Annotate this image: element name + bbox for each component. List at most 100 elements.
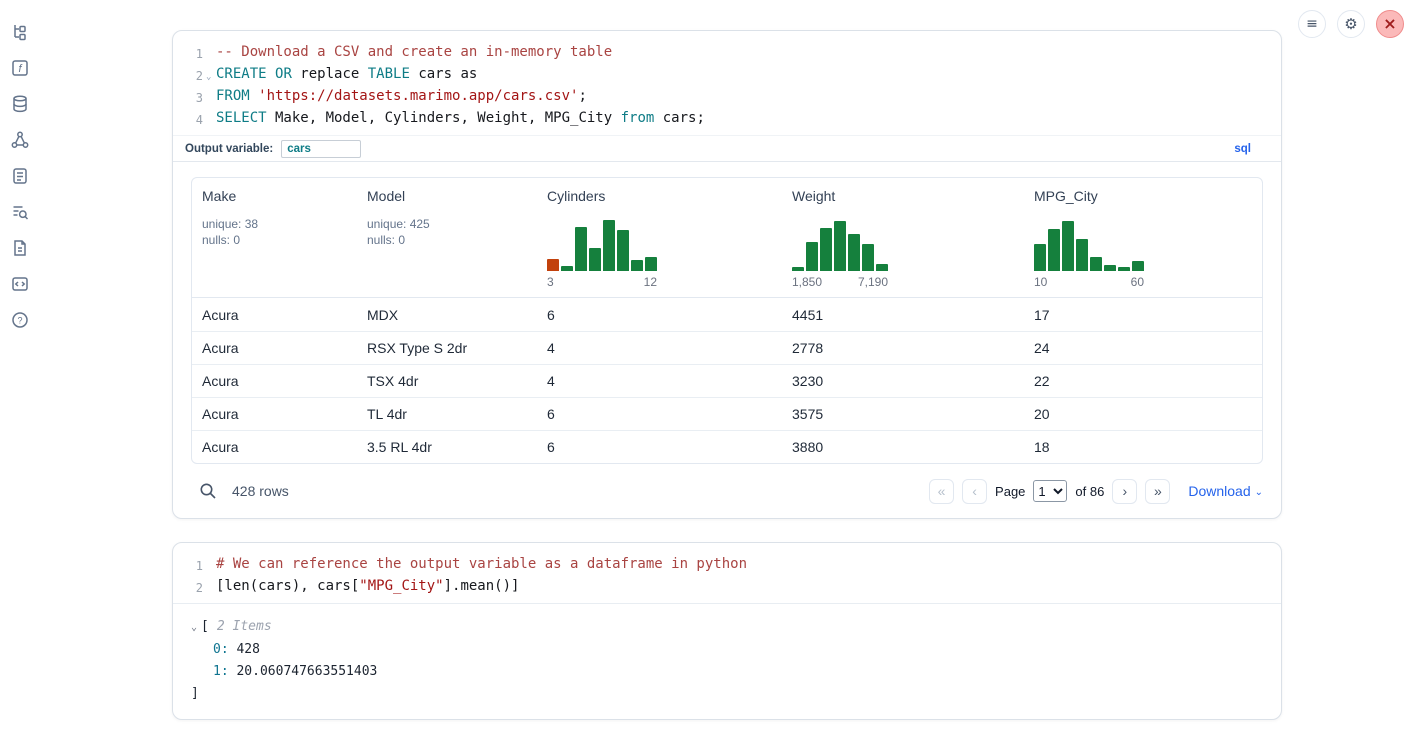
histogram-bar[interactable] (645, 257, 657, 271)
page-label: Page (995, 484, 1025, 499)
column-header: Cylinders 3 12 (537, 178, 782, 297)
code-line[interactable]: 1# We can reference the output variable … (173, 554, 1281, 576)
sql-cell-output: Makeunique: 38nulls: 0Modelunique: 425nu… (173, 162, 1281, 518)
line-number: 3 (173, 86, 203, 108)
histogram-bar[interactable] (1118, 267, 1130, 271)
histogram-bar[interactable] (1034, 244, 1046, 271)
snippets-icon[interactable] (10, 274, 30, 294)
variables-icon[interactable] (10, 202, 30, 222)
output-list-open: ⌄[2 Items (191, 616, 1281, 639)
histogram-bar[interactable] (848, 234, 860, 271)
histogram-bar[interactable] (589, 248, 601, 271)
table-row[interactable]: AcuraTL 4dr6357520 (192, 397, 1262, 430)
histogram-bar[interactable] (617, 230, 629, 271)
documentation-icon[interactable] (10, 238, 30, 258)
scratchpad-icon[interactable] (10, 166, 30, 186)
chevron-left-icon: ‹ (972, 483, 977, 499)
column-name[interactable]: Model (367, 188, 527, 204)
last-page-button[interactable]: » (1145, 479, 1170, 504)
code-line[interactable]: 3FROM 'https://datasets.marimo.app/cars.… (173, 86, 1281, 108)
table-cell: Acura (192, 439, 357, 455)
fold-chevron-icon[interactable]: ⌄ (206, 67, 211, 87)
histogram-bar[interactable] (547, 259, 559, 271)
search-icon[interactable] (199, 482, 217, 500)
column-histogram[interactable] (547, 219, 657, 271)
histogram-bar[interactable] (1076, 239, 1088, 271)
table-cell: TSX 4dr (357, 373, 537, 389)
next-page-button[interactable]: › (1112, 479, 1137, 504)
python-code-editor[interactable]: 1# We can reference the output variable … (173, 543, 1281, 603)
menu-button[interactable]: ≡ (1298, 10, 1326, 38)
table-cell: 4451 (782, 307, 1024, 323)
functions-icon[interactable]: f (10, 58, 30, 78)
code-text: # We can reference the output variable a… (203, 554, 747, 576)
shutdown-button[interactable]: × (1376, 10, 1404, 38)
histogram-bar[interactable] (1048, 229, 1060, 271)
dependency-graph-icon[interactable] (10, 130, 30, 150)
datasources-icon[interactable] (10, 94, 30, 114)
histogram-bar[interactable] (876, 264, 888, 271)
table-row[interactable]: AcuraRSX Type S 2dr4277824 (192, 331, 1262, 364)
histogram-max-label: 7,190 (858, 275, 888, 289)
item-value: 428 (229, 642, 260, 657)
output-variable-input[interactable] (281, 140, 361, 158)
double-chevron-left-icon: « (938, 483, 946, 499)
column-name[interactable]: MPG_City (1034, 188, 1252, 204)
table-row[interactable]: Acura3.5 RL 4dr6388018 (192, 430, 1262, 463)
histogram-bar[interactable] (1104, 265, 1116, 271)
histogram-bar[interactable] (834, 221, 846, 271)
double-chevron-right-icon: » (1154, 483, 1162, 499)
histogram-min-label: 3 (547, 275, 554, 289)
item-index: 0: (213, 642, 229, 657)
table-cell: 3575 (782, 406, 1024, 422)
histogram-bar[interactable] (862, 244, 874, 271)
table-cell: 22 (1024, 373, 1262, 389)
histogram-bar[interactable] (575, 227, 587, 271)
output-list-entries: 0: 4281: 20.060747663551403 (191, 639, 1281, 683)
collapse-chevron-icon[interactable]: ⌄ (191, 622, 197, 633)
column-name[interactable]: Weight (792, 188, 1014, 204)
table-row[interactable]: AcuraTSX 4dr4323022 (192, 364, 1262, 397)
file-tree-icon[interactable] (10, 22, 30, 42)
histogram-bar[interactable] (603, 220, 615, 271)
column-histogram[interactable] (792, 219, 888, 271)
histogram-max-label: 12 (644, 275, 657, 289)
prev-page-button[interactable]: ‹ (962, 479, 987, 504)
table-footer: 428 rows « ‹ Page 1 of 86 › » Download ⌄ (191, 476, 1263, 506)
code-line[interactable]: 2⌄CREATE OR replace TABLE cars as (173, 64, 1281, 86)
table-cell: Acura (192, 340, 357, 356)
histogram-bar[interactable] (806, 242, 818, 271)
first-page-button[interactable]: « (929, 479, 954, 504)
item-value: 20.060747663551403 (229, 664, 378, 679)
histogram-bar[interactable] (631, 260, 643, 271)
code-line[interactable]: 4SELECT Make, Model, Cylinders, Weight, … (173, 108, 1281, 130)
column-name[interactable]: Make (202, 188, 347, 204)
table-cell: 3230 (782, 373, 1024, 389)
histogram-bar[interactable] (1090, 257, 1102, 271)
table-cell: 6 (537, 307, 782, 323)
column-name[interactable]: Cylinders (547, 188, 772, 204)
table-cell: 6 (537, 406, 782, 422)
code-line[interactable]: 2[len(cars), cars["MPG_City"].mean()] (173, 576, 1281, 598)
output-variable-row: Output variable: sql (173, 135, 1281, 162)
line-number: 4 (173, 108, 203, 130)
download-button[interactable]: Download ⌄ (1188, 483, 1263, 499)
sql-code-editor[interactable]: 1-- Download a CSV and create an in-memo… (173, 31, 1281, 135)
histogram-bar[interactable] (792, 267, 804, 271)
histogram-bar[interactable] (1132, 261, 1144, 271)
histogram-bar[interactable] (1062, 221, 1074, 271)
column-histogram[interactable] (1034, 219, 1144, 271)
topbar-actions: ≡ ⚙ × (1298, 10, 1404, 38)
histogram-bar[interactable] (820, 228, 832, 271)
python-output: ⌄[2 Items 0: 4281: 20.060747663551403 ] (173, 603, 1281, 719)
gear-icon: ⚙ (1344, 17, 1357, 32)
settings-button[interactable]: ⚙ (1337, 10, 1365, 38)
histogram-bar[interactable] (561, 266, 573, 271)
page-select[interactable]: 1 (1033, 480, 1067, 502)
help-icon[interactable]: ? (10, 310, 30, 330)
table-cell: 18 (1024, 439, 1262, 455)
table-row[interactable]: AcuraMDX6445117 (192, 298, 1262, 331)
code-line[interactable]: 1-- Download a CSV and create an in-memo… (173, 42, 1281, 64)
code-text: -- Download a CSV and create an in-memor… (203, 42, 612, 64)
column-stats: unique: 425nulls: 0 (367, 216, 527, 248)
